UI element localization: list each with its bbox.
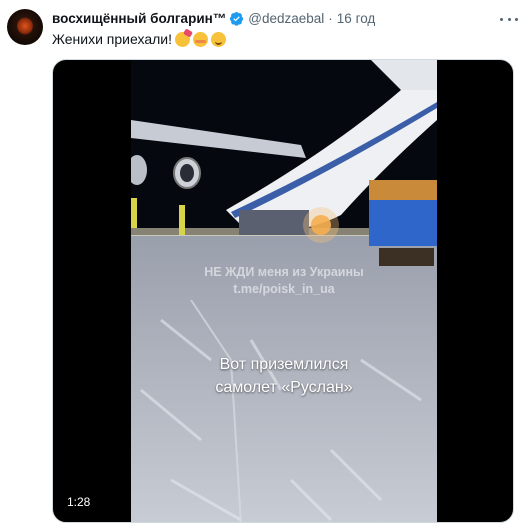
watermark-line2: t.me/poisk_in_ua (233, 282, 335, 296)
author-handle[interactable]: @dedzaebal (248, 11, 324, 26)
tweet-text-content: Женихи приехали! (52, 31, 172, 47)
tweet-header: восхищённый болгарин™ @dedzaebal · 16 го… (52, 11, 375, 26)
video-caption-line2: самолет «Руслан» (215, 379, 353, 396)
partying-face-icon (174, 31, 190, 47)
video-duration: 1:28 (63, 494, 95, 510)
video-caption-line1: Вот приземлился (219, 356, 349, 373)
blush-face-icon (210, 31, 226, 47)
smiling-face-with-smiling-eyes-icon (192, 31, 208, 47)
separator-dot: · (328, 11, 333, 26)
watermark-line1: НЕ ЖДИ меня из Украины (204, 265, 364, 279)
avatar[interactable] (7, 9, 43, 45)
tweet[interactable]: восхищённый болгарин™ @dedzaebal · 16 го… (0, 0, 528, 529)
video-player[interactable]: НЕ ЖДИ меня из Украины t.me/poisk_in_ua … (52, 59, 514, 523)
video-frame[interactable]: НЕ ЖДИ меня из Украины t.me/poisk_in_ua … (131, 60, 437, 522)
author-name[interactable]: восхищённый болгарин™ (52, 11, 226, 26)
verified-badge-icon (230, 12, 244, 26)
timestamp[interactable]: 16 год (337, 11, 375, 26)
tweet-text: Женихи приехали! (52, 31, 226, 47)
more-options-icon[interactable] (500, 13, 518, 25)
